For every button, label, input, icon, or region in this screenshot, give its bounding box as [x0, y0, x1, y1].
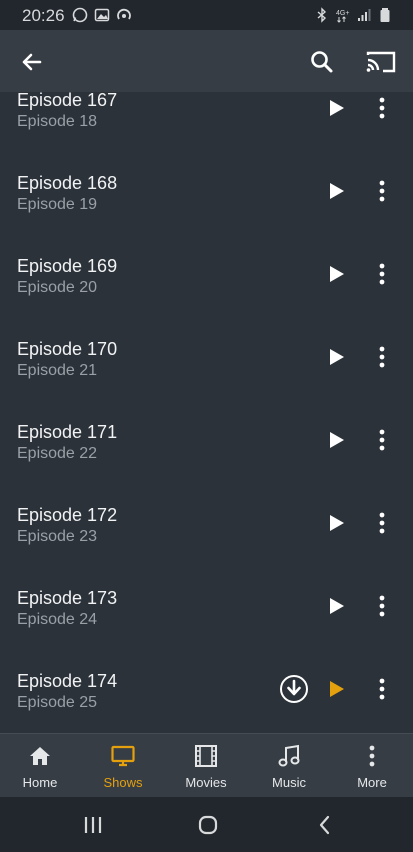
nav-item-home[interactable]: Home — [0, 734, 80, 798]
episode-row[interactable]: Episode 168 Episode 19 — [0, 173, 413, 256]
more-options-icon[interactable] — [370, 262, 394, 286]
episode-title: Episode 168 — [17, 173, 118, 193]
bottom-nav: Home Shows Movies Music More — [0, 733, 413, 798]
nav-item-music[interactable]: Music — [249, 734, 329, 798]
more-options-icon[interactable] — [370, 511, 394, 535]
episode-title: Episode 171 — [17, 422, 118, 442]
more-options-icon[interactable] — [370, 345, 394, 369]
episode-row[interactable]: Episode 172 Episode 23 — [0, 505, 413, 588]
nav-label-home: Home — [22, 775, 58, 790]
episode-title: Episode 174 — [17, 671, 118, 691]
play-icon[interactable] — [324, 511, 348, 535]
episode-subtitle: Episode 25 — [17, 694, 98, 711]
4g-signal-icon: 4G+ — [336, 10, 349, 23]
episode-subtitle: Episode 23 — [17, 528, 98, 545]
status-bar: 20:26 4G+ — [0, 0, 413, 30]
play-icon[interactable] — [324, 677, 348, 701]
episode-subtitle: Episode 22 — [17, 445, 98, 462]
play-icon[interactable] — [324, 345, 348, 369]
episode-subtitle: Episode 20 — [17, 279, 98, 296]
system-nav-bar — [0, 797, 413, 852]
more-options-icon[interactable] — [370, 96, 394, 120]
episode-subtitle: Episode 24 — [17, 611, 98, 628]
episode-subtitle: Episode 18 — [17, 113, 98, 130]
episode-subtitle: Episode 19 — [17, 196, 98, 213]
more-options-icon[interactable] — [370, 428, 394, 452]
episode-row[interactable]: Episode 169 Episode 20 — [0, 256, 413, 339]
nav-item-more[interactable]: More — [332, 734, 412, 798]
nav-label-movies: Movies — [185, 775, 227, 790]
recent-apps-icon[interactable] — [81, 813, 105, 837]
sync-icon — [117, 8, 131, 20]
cast-icon[interactable] — [365, 48, 397, 76]
episode-row[interactable]: Episode 170 Episode 21 — [0, 339, 413, 422]
more-vertical-icon — [369, 745, 375, 767]
episode-subtitle: Episode 21 — [17, 362, 98, 379]
episode-row[interactable]: Episode 174 Episode 25 — [0, 671, 413, 733]
music-note-icon — [278, 744, 300, 767]
more-options-icon[interactable] — [370, 594, 394, 618]
nav-item-movies[interactable]: Movies — [166, 734, 246, 798]
svg-text:4G+: 4G+ — [336, 10, 349, 17]
arrow-left-icon[interactable] — [18, 48, 46, 76]
episode-title: Episode 167 — [17, 92, 118, 110]
episode-title: Episode 172 — [17, 505, 118, 525]
home-icon — [30, 747, 50, 765]
play-icon[interactable] — [324, 594, 348, 618]
episode-row[interactable]: Episode 171 Episode 22 — [0, 422, 413, 505]
gallery-icon — [94, 8, 110, 22]
nav-label-more: More — [357, 775, 387, 790]
signal-icon — [358, 9, 371, 21]
nav-label-shows: Shows — [103, 775, 143, 790]
episode-title: Episode 173 — [17, 588, 118, 608]
episode-row[interactable]: Episode 173 Episode 24 — [0, 588, 413, 671]
play-icon[interactable] — [324, 179, 348, 203]
more-options-icon[interactable] — [370, 677, 394, 701]
nav-label-music: Music — [272, 775, 306, 790]
episode-title: Episode 169 — [17, 256, 118, 276]
status-time: 20:26 — [22, 6, 65, 25]
episode-list[interactable]: Episode 167 Episode 18 Episode 168 Episode … — [0, 92, 413, 733]
bluetooth-icon — [317, 7, 327, 23]
play-icon[interactable] — [324, 262, 348, 286]
more-options-icon[interactable] — [370, 179, 394, 203]
download-icon[interactable] — [279, 674, 309, 704]
back-button-icon[interactable] — [313, 813, 337, 837]
tv-icon — [111, 745, 135, 767]
episode-title: Episode 170 — [17, 339, 118, 359]
app-bar — [0, 30, 413, 92]
play-icon[interactable] — [324, 96, 348, 120]
whatsapp-icon — [72, 7, 88, 23]
home-button-icon[interactable] — [196, 813, 220, 837]
search-icon[interactable] — [308, 48, 336, 76]
play-icon[interactable] — [324, 428, 348, 452]
episode-row[interactable]: Episode 167 Episode 18 — [0, 92, 413, 173]
film-icon — [195, 745, 217, 767]
battery-icon — [380, 8, 390, 22]
nav-item-shows[interactable]: Shows — [83, 734, 163, 798]
